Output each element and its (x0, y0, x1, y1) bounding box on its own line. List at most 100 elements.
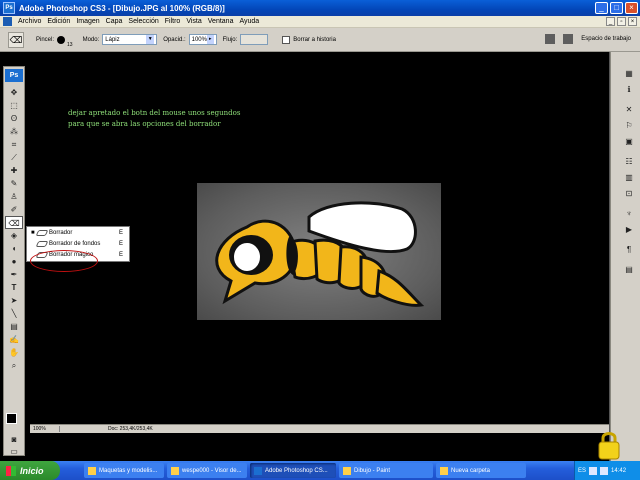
notes-tool-icon[interactable]: ▤ (5, 320, 23, 333)
type-tool-icon[interactable]: T (5, 281, 23, 294)
window-title: Adobe Photoshop CS3 - [Dibujo.JPG al 100… (19, 3, 225, 13)
language-indicator[interactable]: ES (578, 468, 586, 474)
instruction-text: dejar apretado el botn del mouse unos se… (68, 109, 241, 128)
bridge-icon[interactable] (563, 34, 574, 44)
close-button[interactable]: × (625, 2, 638, 14)
slice-tool-icon[interactable]: ⟋ (5, 151, 23, 164)
taskbar-item[interactable]: Dibujo - Paint (339, 463, 433, 478)
clone-source-panel-icon[interactable]: ▣ (622, 136, 636, 148)
system-tray: ES 14:42 (574, 461, 640, 480)
menu-imagen[interactable]: Imagen (73, 18, 102, 25)
menu-item-borrador-de-fondos[interactable]: Borrador de fondos E (27, 238, 129, 249)
magic-wand-tool-icon[interactable]: ⁂ (5, 125, 23, 138)
taskbar-item-label: Adobe Photoshop CS... (265, 467, 328, 474)
path-selection-tool-icon[interactable]: ➤ (5, 294, 23, 307)
start-button[interactable]: Inicio (0, 461, 60, 480)
pen-tool-icon[interactable]: ✒ (5, 268, 23, 281)
healing-brush-tool-icon[interactable]: ✚ (5, 164, 23, 177)
menu-seleccion[interactable]: Selección (125, 18, 161, 25)
erase-history-checkbox[interactable] (282, 35, 291, 44)
maximize-button[interactable]: □ (610, 2, 623, 14)
menu-filtro[interactable]: Filtro (162, 18, 184, 25)
history-panel-icon[interactable]: ♆ (622, 208, 636, 220)
actions-panel-icon[interactable]: ▶ (622, 224, 636, 236)
lasso-tool-icon[interactable]: ʘ (5, 112, 23, 125)
brush-size: 13 (67, 41, 73, 48)
brush-preview-icon[interactable] (57, 35, 66, 44)
layers-panel-icon[interactable]: ☷ (622, 156, 636, 168)
marquee-tool-icon[interactable]: ⬚ (5, 99, 23, 112)
brush-tool-icon[interactable]: ✎ (5, 177, 23, 190)
workspace-menu[interactable]: Espacio de trabajo (581, 36, 631, 42)
photoshop-app-icon: Ps (3, 2, 15, 14)
menu-capa[interactable]: Capa (103, 18, 126, 25)
hand-tool-icon[interactable]: ✋ (5, 346, 23, 359)
paint-bucket-tool-icon[interactable]: ◈ (5, 229, 23, 242)
volume-icon[interactable] (600, 466, 609, 475)
menu-item-label: Borrador (49, 229, 73, 236)
zoom-level[interactable]: 100% (30, 426, 60, 432)
zoom-tool-icon[interactable]: ⌕ (5, 359, 23, 372)
menu-edicion[interactable]: Edición (44, 18, 73, 25)
highlight-ellipse (30, 250, 98, 272)
eraser-icon (35, 229, 49, 236)
doc-close-button[interactable]: × (628, 17, 637, 26)
status-bar: 100% Doc: 253,4K/253,4K (30, 424, 609, 433)
palette-well-icon[interactable] (545, 34, 556, 44)
mode-label: Modo: (82, 36, 100, 43)
paragraph-panel-icon[interactable]: ¶ (622, 244, 636, 256)
minimize-button[interactable]: _ (595, 2, 608, 14)
crop-tool-icon[interactable]: ⌗ (5, 138, 23, 151)
doc-minimize-button[interactable]: _ (606, 17, 615, 26)
tool-preset-eraser-icon[interactable]: ⌫ (8, 31, 24, 48)
history-brush-tool-icon[interactable]: ✐ (5, 203, 23, 216)
photoshop-icon (254, 466, 262, 475)
eraser-tool-icon[interactable]: ⌫ (5, 216, 23, 229)
taskbar-item-label: wespe000 - Visor de... (182, 467, 242, 474)
menu-bar: Archivo Edición Imagen Capa Selección Fi… (0, 16, 640, 28)
opacity-field[interactable]: 100% ▸ (188, 34, 217, 45)
document-size[interactable]: Doc: 253,4K/253,4K (60, 426, 153, 432)
screen-mode-icon[interactable]: ▭ (5, 445, 23, 458)
photoshop-logo[interactable]: Ps (5, 69, 23, 82)
taskbar-item-label: Dibujo - Paint (354, 467, 391, 474)
brushes-panel-icon[interactable]: ✕ (622, 104, 636, 116)
taskbar-item[interactable]: Nueva carpeta (436, 463, 526, 478)
taskbar-item[interactable]: Adobe Photoshop CS... (250, 463, 336, 478)
menu-ventana[interactable]: Ventana (205, 18, 237, 25)
move-tool-icon[interactable]: ✥ (5, 86, 23, 99)
clone-stamp-tool-icon[interactable]: ♙ (5, 190, 23, 203)
mode-dropdown[interactable]: Lápiz ▼ (102, 34, 158, 45)
menu-item-shortcut: E (118, 251, 123, 258)
info-panel-icon[interactable]: ℹ (622, 84, 636, 96)
taskbar-item[interactable]: Maquetas y modelis... (84, 463, 164, 478)
lock-icon (598, 432, 620, 460)
background-eraser-icon (35, 240, 49, 247)
menu-item-shortcut: E (118, 229, 123, 236)
menu-item-borrador[interactable]: ■ Borrador E (27, 227, 129, 238)
blur-tool-icon[interactable]: ◖ (5, 242, 23, 255)
eyedropper-tool-icon[interactable]: ✍ (5, 333, 23, 346)
foreground-color-swatch[interactable] (6, 413, 17, 424)
menu-ayuda[interactable]: Ayuda (236, 18, 262, 25)
doc-restore-button[interactable]: ▫ (617, 17, 626, 26)
folder-icon (440, 466, 448, 475)
network-icon[interactable] (589, 466, 598, 475)
menu-vista[interactable]: Vista (183, 18, 204, 25)
navigator-panel-icon[interactable]: ▦ (622, 68, 636, 80)
opacity-label: Opacid.: (163, 36, 186, 43)
document-image (197, 183, 441, 320)
clock: 14:42 (611, 467, 627, 474)
menu-archivo[interactable]: Archivo (15, 18, 44, 25)
document-icon[interactable] (3, 17, 12, 26)
character-panel-icon[interactable]: ▤ (622, 264, 636, 276)
channels-panel-icon[interactable]: ▥ (622, 172, 636, 184)
paths-panel-icon[interactable]: ⊡ (622, 188, 636, 200)
dodge-tool-icon[interactable]: ● (5, 255, 23, 268)
tool-presets-panel-icon[interactable]: ⚐ (622, 120, 636, 132)
menu-item-label: Borrador de fondos (49, 240, 101, 247)
ie-icon (88, 466, 96, 475)
taskbar-item-label: Maquetas y modelis... (99, 467, 158, 474)
line-tool-icon[interactable]: ╲ (5, 307, 23, 320)
taskbar-item[interactable]: wespe000 - Visor de... (167, 463, 247, 478)
